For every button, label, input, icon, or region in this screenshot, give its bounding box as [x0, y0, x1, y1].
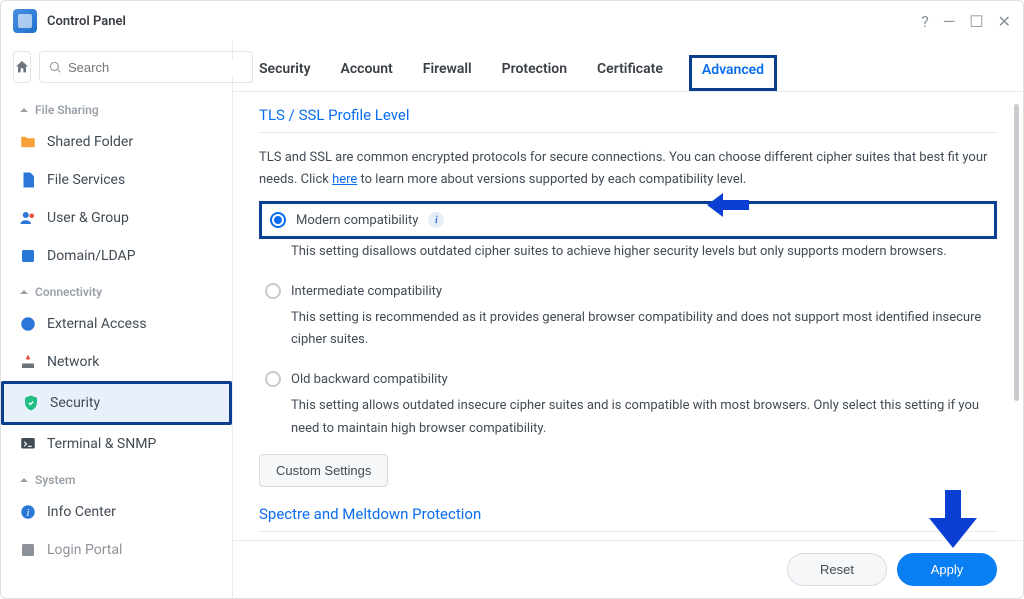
shield-icon — [22, 394, 40, 412]
control-panel-window: Control Panel ? — ☐ ✕ File Sharing — [0, 0, 1024, 599]
intermediate-desc: This setting is recommended as it provid… — [291, 307, 997, 351]
network-icon — [19, 353, 37, 371]
sidebar-item-terminal-snmp[interactable]: Terminal & SNMP — [1, 425, 232, 463]
spectre-section-title: Spectre and Meltdown Protection — [259, 505, 997, 523]
globe-icon — [19, 315, 37, 333]
directory-icon — [19, 247, 37, 265]
section-file-sharing[interactable]: File Sharing — [1, 93, 232, 123]
radio-icon — [265, 283, 281, 299]
chevron-up-icon — [19, 475, 29, 485]
info-badge-icon[interactable]: i — [428, 212, 444, 228]
footer: Reset Apply — [233, 540, 1023, 598]
sidebar-item-info-center[interactable]: i Info Center — [1, 493, 232, 531]
folder-icon — [19, 133, 37, 151]
custom-settings-button[interactable]: Custom Settings — [259, 454, 388, 487]
old-desc: This setting allows outdated insecure ci… — [291, 395, 997, 439]
scrollbar-thumb[interactable] — [1014, 104, 1019, 401]
radio-icon — [265, 371, 281, 387]
search-input[interactable] — [68, 60, 244, 75]
help-icon[interactable]: ? — [921, 12, 929, 31]
reset-button[interactable]: Reset — [787, 553, 887, 586]
home-icon — [14, 59, 30, 75]
tab-firewall[interactable]: Firewall — [419, 55, 476, 91]
learn-more-link[interactable]: here — [332, 172, 357, 187]
tab-certificate[interactable]: Certificate — [593, 55, 667, 91]
apply-button[interactable]: Apply — [897, 553, 997, 586]
close-icon[interactable]: ✕ — [998, 12, 1011, 31]
users-icon — [19, 209, 37, 227]
info-icon: i — [19, 503, 37, 521]
radio-old-compatibility[interactable]: Old backward compatibility — [265, 365, 997, 393]
titlebar: Control Panel ? — ☐ ✕ — [1, 1, 1023, 41]
maximize-icon[interactable]: ☐ — [969, 12, 983, 31]
tls-section-title: TLS / SSL Profile Level — [259, 106, 997, 124]
window-title: Control Panel — [47, 14, 921, 29]
tls-description: TLS and SSL are common encrypted protoco… — [259, 147, 997, 191]
sidebar-item-external-access[interactable]: External Access — [1, 305, 232, 343]
portal-icon — [19, 541, 37, 559]
radio-intermediate-compatibility[interactable]: Intermediate compatibility — [265, 277, 997, 305]
search-icon — [48, 60, 62, 74]
file-icon — [19, 171, 37, 189]
radio-modern-compatibility[interactable]: Modern compatibility i — [259, 201, 997, 239]
tab-protection[interactable]: Protection — [498, 55, 571, 91]
sidebar-item-login-portal[interactable]: Login Portal — [1, 531, 232, 569]
tab-security[interactable]: Security — [255, 55, 315, 91]
content-area: TLS / SSL Profile Level TLS and SSL are … — [233, 92, 1023, 540]
home-button[interactable] — [13, 51, 31, 83]
section-connectivity[interactable]: Connectivity — [1, 275, 232, 305]
svg-text:i: i — [27, 508, 30, 519]
sidebar-item-domain-ldap[interactable]: Domain/LDAP — [1, 237, 232, 275]
minimize-icon[interactable]: — — [943, 12, 956, 31]
radio-icon — [270, 212, 286, 228]
tab-advanced[interactable]: Advanced — [689, 55, 777, 91]
tab-bar: Security Account Firewall Protection Cer… — [233, 41, 1023, 92]
app-icon — [13, 9, 37, 33]
sidebar-item-shared-folder[interactable]: Shared Folder — [1, 123, 232, 161]
terminal-icon — [19, 435, 37, 453]
chevron-up-icon — [19, 287, 29, 297]
sidebar-item-security[interactable]: Security — [1, 381, 232, 425]
sidebar-item-network[interactable]: Network — [1, 343, 232, 381]
tab-account[interactable]: Account — [337, 55, 397, 91]
sidebar-item-file-services[interactable]: File Services — [1, 161, 232, 199]
section-system[interactable]: System — [1, 463, 232, 493]
modern-desc: This setting disallows outdated cipher s… — [291, 241, 997, 263]
main-panel: Security Account Firewall Protection Cer… — [233, 41, 1023, 598]
sidebar-item-user-group[interactable]: User & Group — [1, 199, 232, 237]
chevron-up-icon — [19, 105, 29, 115]
sidebar: File Sharing Shared Folder File Services… — [1, 41, 233, 598]
search-box[interactable] — [39, 51, 253, 83]
scrollbar[interactable] — [1014, 104, 1019, 528]
